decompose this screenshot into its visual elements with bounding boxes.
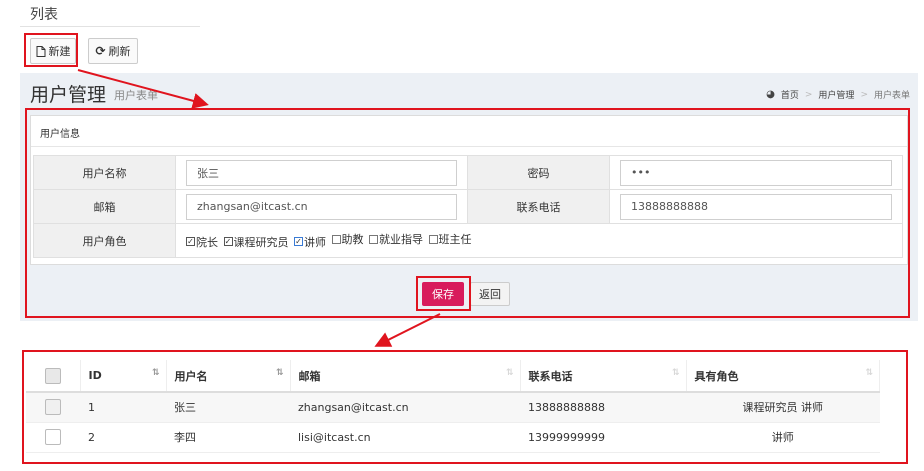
annotation-box-table	[22, 350, 908, 464]
page-title: 列表	[30, 7, 58, 23]
header-subtitle: 用户表单	[114, 89, 158, 102]
refresh-button-label: 刷新	[108, 45, 131, 58]
header-title: 用户管理	[30, 84, 107, 106]
title-divider	[20, 26, 200, 27]
annotation-box-new	[24, 33, 78, 67]
refresh-icon: ⟳	[95, 44, 106, 58]
annotation-box-save	[416, 276, 471, 311]
breadcrumb-separator: >	[860, 89, 868, 100]
refresh-button[interactable]: ⟳ 刷新	[88, 38, 138, 64]
breadcrumb-separator: >	[804, 89, 813, 100]
breadcrumb-level2: 用户表单	[873, 91, 910, 101]
breadcrumb-level1[interactable]: 用户管理	[818, 88, 854, 101]
breadcrumb-home[interactable]: 首页	[781, 88, 799, 101]
breadcrumb: ◕ 首页 > 用户管理 > 用户表单	[766, 88, 910, 101]
dashboard-icon: ◕	[766, 89, 775, 100]
